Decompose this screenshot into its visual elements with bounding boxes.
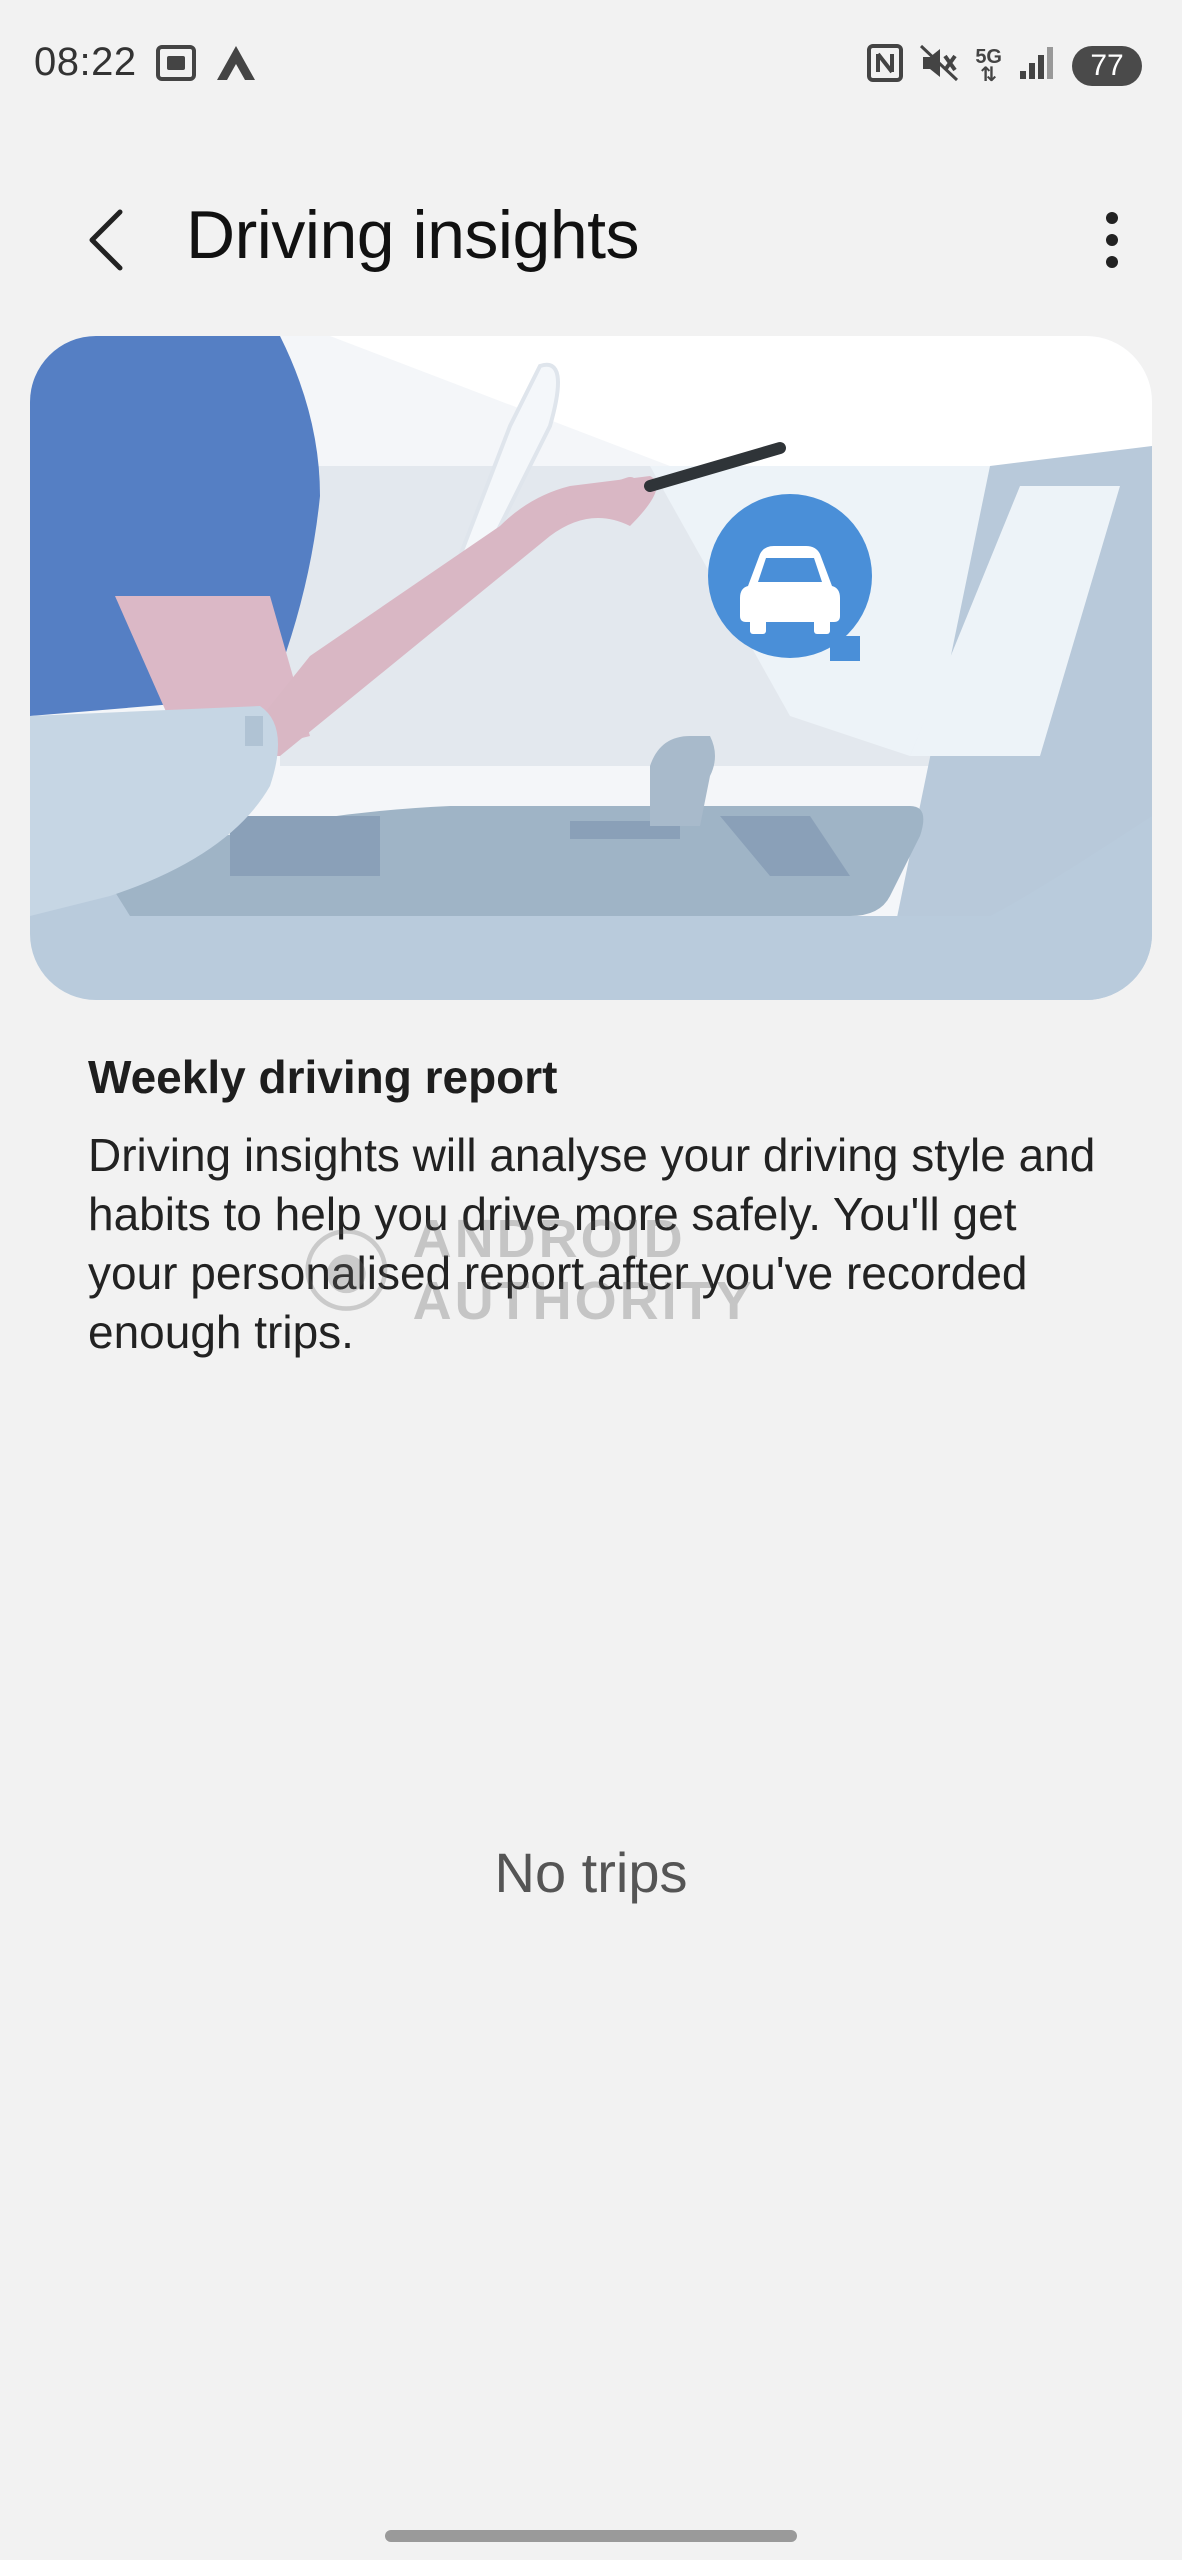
empty-state-label: No trips bbox=[494, 1841, 688, 1904]
status-time: 08:22 bbox=[34, 40, 137, 84]
back-button[interactable] bbox=[70, 200, 150, 280]
nfc-icon bbox=[867, 44, 904, 87]
status-left-icons bbox=[155, 44, 257, 87]
status-right-icons: 5G ⇅ 77 bbox=[867, 44, 1142, 87]
more-vert-icon bbox=[1106, 212, 1118, 268]
hero-illustration bbox=[30, 336, 1152, 1000]
page-title: Driving insights bbox=[186, 197, 640, 273]
home-indicator[interactable] bbox=[385, 2530, 797, 2542]
more-options-button[interactable] bbox=[1082, 200, 1142, 280]
screenshot-icon bbox=[155, 44, 197, 87]
driving-illustration bbox=[30, 336, 1152, 1000]
battery-level: 77 bbox=[1090, 48, 1124, 82]
watermark-text: ANDROID AUTHORITY bbox=[412, 1209, 755, 1331]
chevron-left-icon bbox=[89, 209, 123, 271]
network-type: 5G bbox=[975, 45, 1002, 68]
status-bar: 08:22 5G ⇅ 77 bbox=[0, 0, 1182, 135]
android-auto-icon bbox=[215, 44, 257, 87]
signal-icon bbox=[1018, 45, 1056, 86]
watermark: ANDROID AUTHORITY bbox=[300, 1209, 900, 1331]
app-bar: Driving insights bbox=[0, 170, 1182, 310]
mute-icon bbox=[919, 44, 959, 87]
section-title: Weekly driving report bbox=[88, 1051, 558, 1103]
5g-icon: 5G ⇅ bbox=[975, 45, 1002, 86]
watermark-logo bbox=[305, 1229, 388, 1311]
battery-icon: 77 bbox=[1072, 45, 1142, 86]
